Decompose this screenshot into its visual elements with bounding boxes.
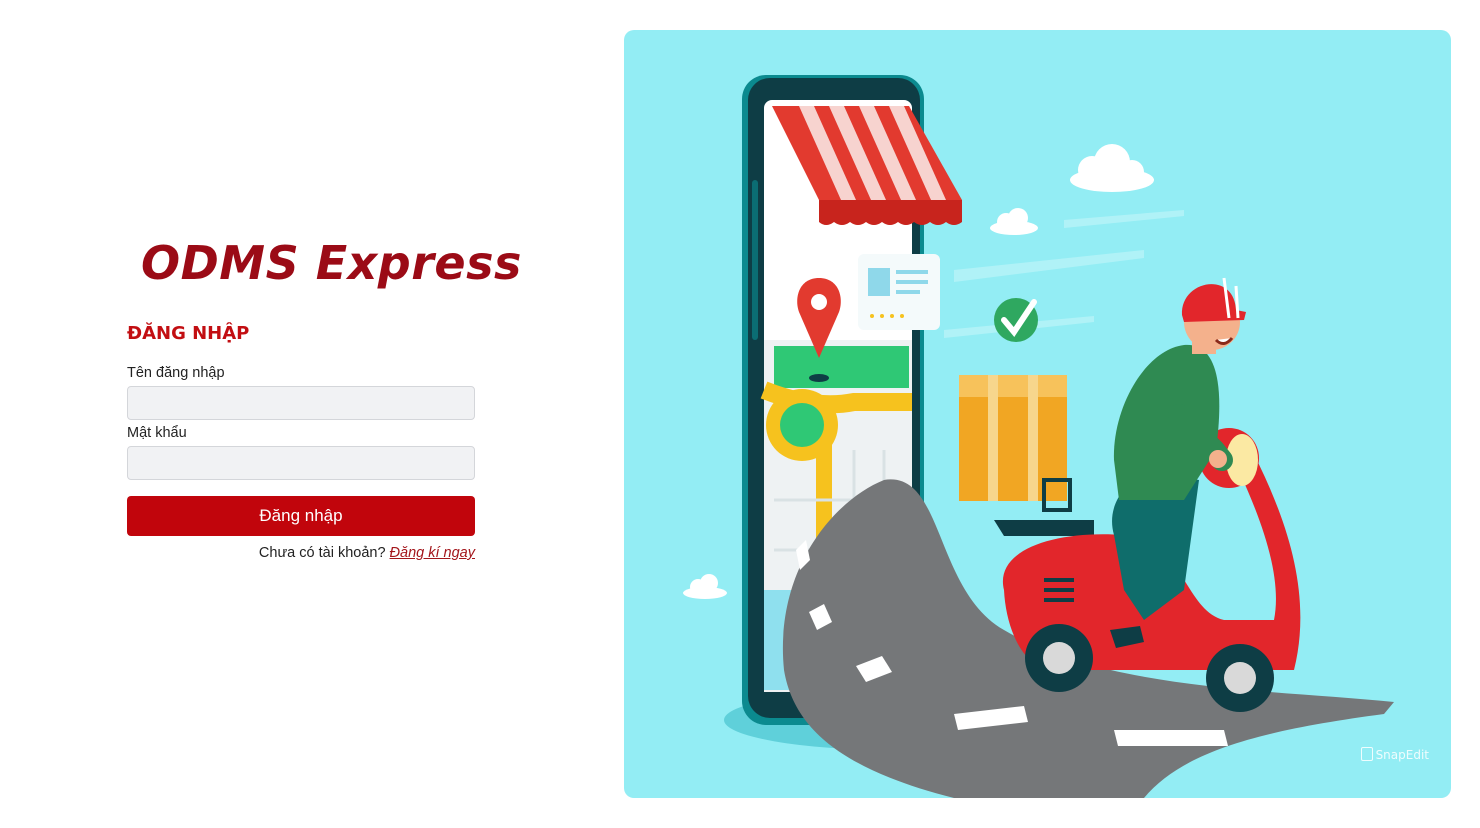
signup-prompt: Chưa có tài khoản? [258, 545, 386, 561]
login-title: ĐĂNG NHẬP [127, 323, 250, 344]
hero-illustration: SnapEdit [624, 30, 1451, 798]
snapedit-watermark: SnapEdit [1360, 747, 1429, 762]
password-label: Mật khẩu [127, 425, 187, 441]
password-input[interactable] [127, 446, 475, 480]
check-icon [994, 298, 1038, 342]
watermark-text: SnapEdit [1375, 748, 1429, 762]
signup-link[interactable]: Đăng kí ngay [390, 545, 475, 561]
username-input[interactable] [127, 386, 475, 420]
signup-row: Chưa có tài khoản? Đăng kí ngay [259, 545, 475, 561]
snapedit-logo-icon [1360, 747, 1373, 761]
delivery-box-icon [959, 375, 1072, 512]
login-button[interactable]: Đăng nhập [127, 496, 475, 536]
delivery-illustration [624, 30, 1451, 798]
id-card-icon [858, 254, 940, 330]
username-label: Tên đăng nhập [127, 365, 225, 381]
brand-title: ODMS Express [141, 236, 522, 290]
